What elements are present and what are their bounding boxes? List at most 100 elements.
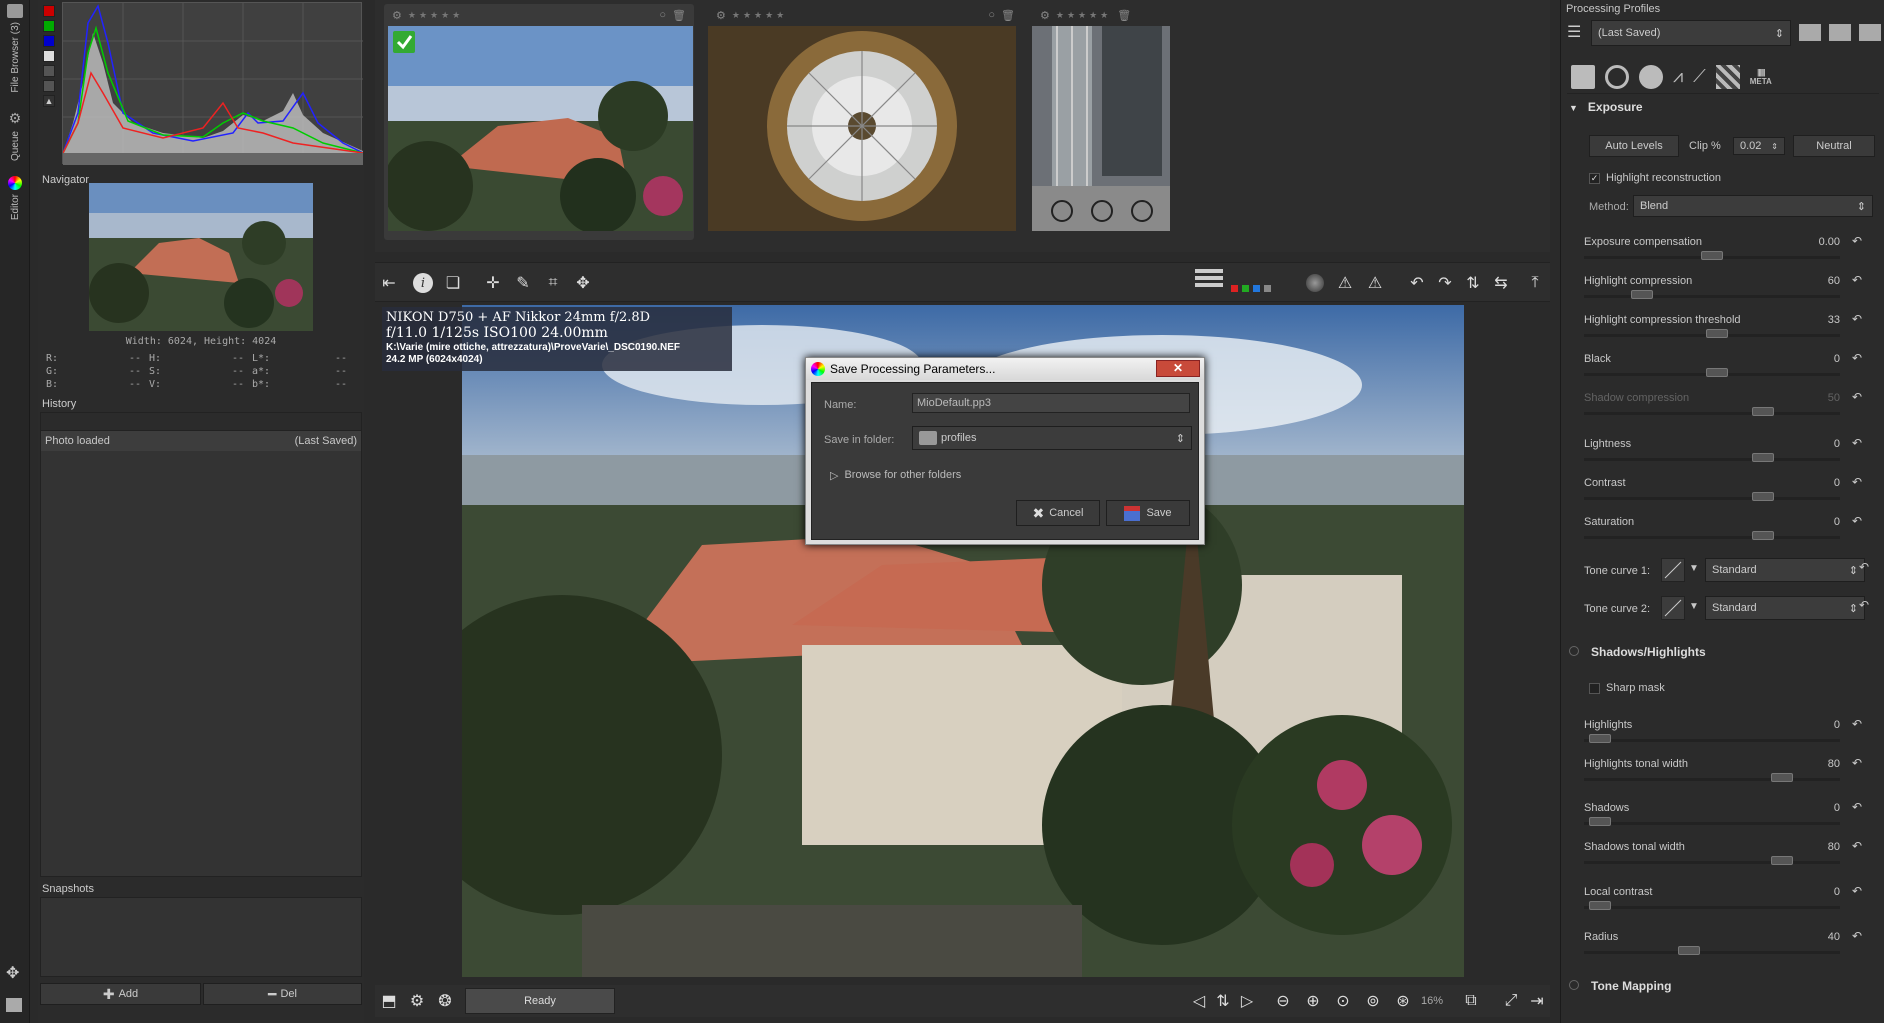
browse-expander[interactable]: ▷ Browse for other folders: [830, 469, 961, 482]
luminance-toggle[interactable]: [43, 50, 55, 62]
tone-curve-1-select[interactable]: Standard ⇕: [1705, 558, 1865, 582]
zoom-in-icon[interactable]: ⊕: [1301, 989, 1325, 1013]
shadow-clip-icon[interactable]: ⚠: [1333, 271, 1357, 295]
rating-stars[interactable]: ★★★★★: [1056, 10, 1111, 21]
curve-type-dropdown[interactable]: ▼: [1689, 601, 1699, 612]
highlight-clip-icon[interactable]: ⚠: [1363, 271, 1387, 295]
green-preview-icon[interactable]: [1242, 285, 1249, 292]
slider-value[interactable]: 0: [1834, 886, 1840, 898]
reset-icon[interactable]: ↶: [1852, 312, 1862, 326]
reset-icon[interactable]: ↶: [1852, 390, 1862, 404]
exposure-section-header[interactable]: ▼ Exposure: [1569, 100, 1879, 114]
reject-icon[interactable]: ○: [988, 9, 995, 21]
tab-color-icon[interactable]: [1639, 64, 1663, 89]
slider-handle[interactable]: [1677, 946, 1700, 955]
enable-toggle-icon[interactable]: [1569, 646, 1579, 656]
zoom-fit-icon[interactable]: ⊙: [1331, 989, 1355, 1013]
slider-handle[interactable]: [1705, 368, 1728, 377]
gear-icon[interactable]: ⚙: [716, 9, 726, 22]
straighten-icon[interactable]: ✥: [571, 271, 595, 295]
slider-track[interactable]: [1584, 861, 1840, 864]
new-detail-window-icon[interactable]: ⧉: [1459, 989, 1483, 1013]
slider-value[interactable]: 50: [1828, 392, 1840, 404]
slider-track[interactable]: [1584, 412, 1840, 415]
tab-editor[interactable]: Editor: [4, 176, 26, 220]
slider-value[interactable]: 0.00: [1819, 236, 1840, 248]
flip-vertical-icon[interactable]: ⇅: [1461, 271, 1485, 295]
rotate-left-icon[interactable]: ↶: [1405, 271, 1429, 295]
reset-icon[interactable]: ↶: [1852, 436, 1862, 450]
slider-handle[interactable]: [1771, 773, 1794, 782]
slider-track[interactable]: [1584, 778, 1840, 781]
hide-right-panel-icon[interactable]: ⇥: [1525, 989, 1549, 1013]
luminance-preview-icon[interactable]: [1264, 285, 1271, 292]
slider-value[interactable]: 0: [1834, 477, 1840, 489]
rotate-right-icon[interactable]: ↷: [1433, 271, 1457, 295]
slider-track[interactable]: [1584, 739, 1840, 742]
sync-icon[interactable]: ⇅: [1211, 989, 1235, 1013]
sharp-mask-checkbox[interactable]: Sharp mask: [1589, 682, 1665, 694]
slider-value[interactable]: 80: [1828, 758, 1840, 770]
slider-value[interactable]: 40: [1828, 931, 1840, 943]
move-icon[interactable]: ✥: [6, 963, 19, 983]
slider-track[interactable]: [1584, 295, 1840, 298]
copy-profile-icon[interactable]: [1859, 24, 1881, 41]
method-select[interactable]: Blend ⇕: [1633, 195, 1873, 217]
gear-icon[interactable]: ⚙: [392, 9, 402, 22]
before-after-icon[interactable]: ❏: [441, 271, 465, 295]
panel-icon[interactable]: [6, 998, 22, 1012]
curve-type-dropdown[interactable]: ▼: [1689, 563, 1699, 574]
trash-icon[interactable]: 🗑: [672, 9, 686, 22]
curve-linear-icon[interactable]: [1661, 596, 1685, 620]
slider-value[interactable]: 60: [1828, 275, 1840, 287]
reset-icon[interactable]: ↶: [1852, 800, 1862, 814]
hide-top-panel-icon[interactable]: ⤒: [1523, 271, 1547, 295]
history-item[interactable]: Photo loaded (Last Saved): [41, 431, 361, 451]
reset-icon[interactable]: ↶: [1852, 839, 1862, 853]
rating-stars[interactable]: ★★★★★: [732, 10, 787, 21]
trash-icon[interactable]: 🗑: [1117, 9, 1131, 22]
slider-value[interactable]: 80: [1828, 841, 1840, 853]
slider-track[interactable]: [1584, 458, 1840, 461]
clip-spinner[interactable]: 0.02 ⇕: [1733, 137, 1785, 155]
blue-channel-toggle[interactable]: [43, 35, 55, 47]
slider-handle[interactable]: [1752, 531, 1775, 540]
reset-icon[interactable]: ↶: [1852, 234, 1862, 248]
zoom-out-icon[interactable]: ⊖: [1271, 989, 1295, 1013]
thumbnail-1[interactable]: ⚙ ★★★★★ ○ 🗑: [383, 4, 694, 240]
tab-detail-icon[interactable]: [1605, 64, 1629, 89]
auto-levels-button[interactable]: Auto Levels: [1589, 135, 1679, 157]
hide-left-panel-icon[interactable]: ⇤: [377, 271, 401, 295]
reset-icon[interactable]: ↶: [1852, 351, 1862, 365]
tab-transform-icon[interactable]: ⟋: [1693, 66, 1706, 87]
slider-track[interactable]: [1584, 906, 1840, 909]
red-preview-icon[interactable]: [1231, 285, 1238, 292]
reset-icon[interactable]: ↶: [1852, 273, 1862, 287]
tab-raw-icon[interactable]: [1715, 64, 1740, 89]
preview-mode-icon[interactable]: [1195, 269, 1223, 297]
thumbnail-3[interactable]: ⚙ ★★★★★ 🗑: [1032, 4, 1177, 240]
hand-tool-icon[interactable]: ✛: [481, 271, 505, 295]
slider-track[interactable]: [1584, 536, 1840, 539]
reset-icon[interactable]: ↶: [1852, 475, 1862, 489]
fullscreen-icon[interactable]: ⤢: [1499, 989, 1523, 1013]
reset-icon[interactable]: ↶: [1859, 598, 1869, 612]
close-button[interactable]: ✕: [1156, 360, 1200, 377]
raw-toggle[interactable]: [43, 80, 55, 92]
zoom-fit-crop-icon[interactable]: ⊚: [1361, 989, 1385, 1013]
slider-value[interactable]: 33: [1828, 314, 1840, 326]
tab-exposure-icon[interactable]: [1571, 64, 1595, 89]
enable-toggle-icon[interactable]: [1569, 980, 1579, 990]
slider-handle[interactable]: [1705, 329, 1728, 338]
shadows-highlights-section-header[interactable]: Shadows/Highlights: [1569, 645, 1879, 659]
reset-icon[interactable]: ↶: [1852, 884, 1862, 898]
highlight-recon-checkbox[interactable]: ✓ Highlight reconstruction: [1589, 172, 1721, 184]
slider-handle[interactable]: [1630, 290, 1653, 299]
slider-value[interactable]: 0: [1834, 353, 1840, 365]
edit-external-icon[interactable]: ❂: [433, 989, 457, 1013]
focus-mask-icon[interactable]: [1303, 271, 1327, 295]
slider-value[interactable]: 0: [1834, 438, 1840, 450]
slider-track[interactable]: [1584, 951, 1840, 954]
slider-handle[interactable]: [1752, 492, 1775, 501]
add-snapshot-button[interactable]: ✚ Add: [40, 983, 201, 1005]
